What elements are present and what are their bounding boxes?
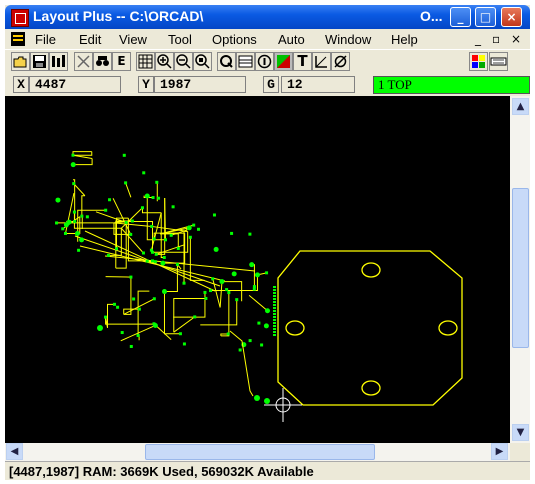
spreadsheet-grid-icon[interactable] [136,52,155,71]
menu-file[interactable]: File [35,32,56,47]
mdi-minimize-button[interactable]: _ [475,32,481,46]
palette-icon[interactable] [469,52,488,71]
horizontal-scrollbar[interactable]: ◀ ▶ [5,443,510,461]
scroll-right-button[interactable]: ▶ [491,443,508,460]
mdi-close-button[interactable]: × [511,32,521,46]
menu-bar: File Edit View Tool Options Auto Window … [5,29,530,49]
grid-value: 12 [281,76,355,93]
circuit-cluster[interactable] [55,151,276,404]
scrollbar-corner [510,443,530,461]
query-icon[interactable] [217,52,236,71]
vertical-scroll-thumb[interactable] [512,188,529,348]
menu-edit[interactable]: Edit [79,32,101,47]
save-icon[interactable] [30,52,49,71]
y-label: Y [138,76,154,93]
grid-label: G [263,76,279,93]
spyglass-icon[interactable] [93,52,112,71]
board-outline[interactable] [277,250,463,406]
status-bar: [4487,1987] RAM: 3669K Used, 569032K Ava… [5,461,530,480]
horizontal-scroll-thumb[interactable] [145,444,375,460]
vertical-scrollbar[interactable]: ▲ ▼ [510,96,530,443]
crosshair-cursor-icon [264,388,302,422]
layout-plus-app-icon[interactable] [11,9,29,27]
angle-icon[interactable] [312,52,331,71]
mounting-hole[interactable] [285,320,305,336]
window-title: Layout Plus -- C:\ORCAD\ [33,8,204,24]
close-button[interactable]: × [501,7,522,27]
drc-icon[interactable] [489,52,508,71]
mounting-hole[interactable] [361,262,381,278]
scroll-left-button[interactable]: ◀ [6,443,23,460]
edit-e-button[interactable]: E [112,52,131,71]
menu-help[interactable]: Help [391,32,418,47]
document-menu-icon[interactable] [11,32,25,46]
menu-tool[interactable]: Tool [168,32,192,47]
mounting-hole[interactable] [438,320,458,336]
status-text: [4487,1987] RAM: 3669K Used, 569032K Ava… [9,464,314,479]
info-icon[interactable] [255,52,274,71]
scroll-up-button[interactable]: ▲ [512,98,529,115]
menu-auto[interactable]: Auto [278,32,305,47]
text-t-button[interactable]: T [293,52,312,71]
coordinate-bar: X 4487 Y 1987 G 12 1 TOP [5,73,530,95]
null-icon[interactable] [331,52,350,71]
toolbar: E T [5,49,530,74]
cross-icon[interactable] [74,52,93,71]
menu-view[interactable]: View [119,32,147,47]
mdi-restore-button[interactable]: ▫ [492,32,500,46]
library-icon[interactable] [49,52,68,71]
window-title-tail: O... [420,8,443,24]
color-icon[interactable] [274,52,293,71]
pcb-design-canvas[interactable] [5,96,510,443]
title-bar[interactable]: Layout Plus -- C:\ORCAD\ O... _ □ × [5,5,530,29]
x-label: X [13,76,29,93]
app-window: Layout Plus -- C:\ORCAD\ O... _ □ × File… [5,5,530,480]
menu-window[interactable]: Window [325,32,371,47]
maximize-button[interactable]: □ [475,7,496,27]
open-folder-icon[interactable] [11,52,30,71]
menu-options[interactable]: Options [212,32,257,47]
x-coordinate-value: 4487 [29,76,121,93]
minimize-button[interactable]: _ [450,7,471,27]
zoom-out-icon[interactable] [174,52,193,71]
zoom-in-icon[interactable] [155,52,174,71]
zoom-all-icon[interactable] [193,52,212,71]
spreadsheet-icon[interactable] [236,52,255,71]
scroll-down-button[interactable]: ▼ [512,424,529,441]
mounting-hole[interactable] [361,380,381,396]
layer-selector[interactable]: 1 TOP [373,76,530,94]
y-coordinate-value: 1987 [154,76,246,93]
